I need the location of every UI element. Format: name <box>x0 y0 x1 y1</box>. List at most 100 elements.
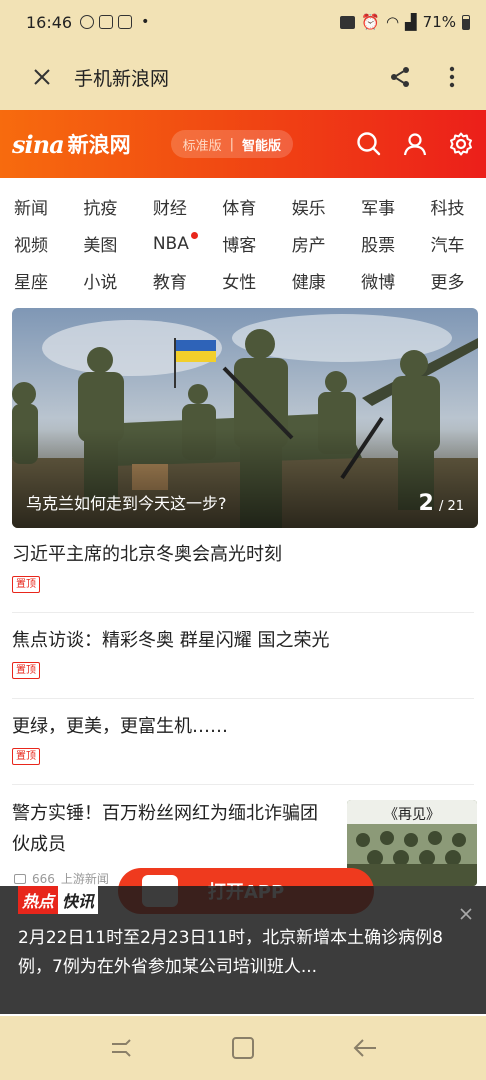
hot-tag-label: 热点 <box>18 886 59 914</box>
more-notifications-dot: • <box>141 14 150 30</box>
nav-item[interactable]: 星座 <box>0 268 69 293</box>
nav-item[interactable]: 军事 <box>347 194 416 219</box>
nav-item[interactable]: 女性 <box>208 268 277 293</box>
channel-nav: 新闻 抗疫 财经 体育 娱乐 军事 科技 视频 美图 NBA 博客 房产 股票 … <box>0 188 486 299</box>
close-icon <box>460 908 472 920</box>
app-title: 手机新浪网 <box>74 67 170 90</box>
news-item[interactable]: 焦点访谈：精彩冬奥 群星闪耀 国之荣光 置顶 <box>12 626 474 679</box>
nav-item[interactable]: 新闻 <box>0 194 69 219</box>
wifi-icon: ◠ <box>386 13 400 31</box>
status-bar: 16:46 • ⏰ ◠ ▟ 71% <box>0 0 486 44</box>
nav-item-nba[interactable]: NBA <box>139 231 208 254</box>
divider <box>12 612 474 613</box>
edition-smart[interactable]: 智能版 <box>242 135 281 154</box>
thumbnail-title: 《再见》 <box>384 807 440 823</box>
nav-row: 视频 美图 NBA 博客 房产 股票 汽车 <box>0 225 486 262</box>
recents-icon <box>112 1039 131 1057</box>
news-source: 上游新闻 <box>60 872 109 886</box>
home-icon <box>232 1037 254 1059</box>
nav-row: 星座 小说 教育 女性 健康 微博 更多 <box>0 262 486 299</box>
message-icon <box>340 15 356 29</box>
nav-item[interactable]: 博客 <box>208 231 277 256</box>
nav-item[interactable]: 汽车 <box>417 231 486 256</box>
edition-separator: | <box>229 136 235 152</box>
hero-caption: 乌克兰如何走到今天这一步? <box>26 494 227 513</box>
pinned-badge: 置顶 <box>12 576 40 593</box>
settings-button[interactable] <box>446 129 476 159</box>
nav-item[interactable]: 房产 <box>278 231 347 256</box>
battery-level: 71% <box>422 13 456 31</box>
hot-news-tag: 热点 快讯 <box>18 886 99 914</box>
news-item[interactable]: 习近平主席的北京冬奥会高光时刻 置顶 <box>12 540 474 593</box>
header-icons <box>354 129 476 159</box>
nav-item[interactable]: 更多 <box>417 268 486 293</box>
sina-header: sina 新浪网 标准版 | 智能版 <box>0 110 486 178</box>
more-vertical-icon <box>449 66 455 88</box>
search-button[interactable] <box>354 129 384 159</box>
battery-icon <box>462 14 470 30</box>
edition-switch: 标准版 | 智能版 <box>170 130 294 158</box>
news-title: 警方实锤！百万粉丝网红为缅北诈骗团伙成员 <box>12 803 318 855</box>
back-arrow-icon <box>353 1039 376 1057</box>
news-item[interactable]: 警方实锤！百万粉丝网红为缅北诈骗团伙成员 <box>12 798 332 860</box>
comment-icon <box>14 873 26 884</box>
hot-news-close-button[interactable] <box>454 902 478 926</box>
gear-icon <box>450 132 472 156</box>
more-options-button[interactable] <box>432 57 472 97</box>
signal-icon: ▟ <box>405 13 417 31</box>
home-button[interactable] <box>223 1028 263 1068</box>
app-bar: 手机新浪网 <box>0 44 486 110</box>
news-meta: 666 上游新闻 <box>14 870 109 887</box>
logo-text: 新浪网 <box>67 133 131 157</box>
status-time: 16:46 <box>26 12 73 32</box>
share-button[interactable] <box>380 57 420 97</box>
nav-item[interactable]: 健康 <box>278 268 347 293</box>
nav-item[interactable]: 抗疫 <box>69 194 138 219</box>
new-dot-badge <box>190 231 198 239</box>
logo-mark: sina <box>12 129 65 159</box>
nav-item[interactable]: 教育 <box>139 268 208 293</box>
hot-news-text: 2月22日11时至2月23日11时，北京新增本土确诊病例8例，7例为在外省参加某… <box>18 928 443 977</box>
back-button[interactable] <box>345 1028 385 1068</box>
news-title: 更绿，更美，更富生机…… <box>12 716 228 737</box>
nav-item[interactable]: 微博 <box>347 268 416 293</box>
nav-item[interactable]: 小说 <box>69 268 138 293</box>
carousel-total: / 21 <box>438 499 464 514</box>
close-button[interactable] <box>22 57 62 97</box>
hot-news-panel[interactable]: 热点 快讯 2月22日11时至2月23日11时，北京新增本土确诊病例8例，7例为… <box>0 886 486 1014</box>
user-icon <box>403 133 427 156</box>
system-nav-bar <box>0 1016 486 1080</box>
nav-item-label: NBA <box>152 233 189 254</box>
hero-carousel[interactable]: 乌克兰如何走到今天这一步? 2 / 21 <box>12 308 478 528</box>
nav-item[interactable]: 体育 <box>208 194 277 219</box>
sina-logo[interactable]: sina 新浪网 <box>12 129 131 159</box>
nav-item[interactable]: 视频 <box>0 231 69 256</box>
recents-button[interactable] <box>101 1028 141 1068</box>
divider <box>12 698 474 699</box>
comment-count: 666 <box>32 871 55 886</box>
close-icon <box>34 69 50 85</box>
sim-icon <box>99 15 114 29</box>
gallery-icon <box>118 15 133 29</box>
search-icon <box>357 132 381 156</box>
nav-item[interactable]: 科技 <box>417 194 486 219</box>
notification-icon <box>80 15 95 29</box>
edition-standard[interactable]: 标准版 <box>183 135 222 154</box>
nav-item[interactable]: 财经 <box>139 194 208 219</box>
nav-item[interactable]: 美图 <box>69 231 138 256</box>
nav-item[interactable]: 娱乐 <box>278 194 347 219</box>
carousel-current: 2 <box>418 491 434 516</box>
pinned-badge: 置顶 <box>12 662 40 679</box>
news-title: 习近平主席的北京冬奥会高光时刻 <box>12 544 282 565</box>
nav-item[interactable]: 股票 <box>347 231 416 256</box>
news-item[interactable]: 更绿，更美，更富生机…… 置顶 <box>12 712 474 765</box>
divider <box>12 784 474 785</box>
share-icon <box>391 67 409 87</box>
pinned-badge: 置顶 <box>12 748 40 765</box>
status-indicators: ⏰ ◠ ▟ 71% <box>340 13 470 31</box>
carousel-counter: 2 / 21 <box>419 491 464 516</box>
nav-row: 新闻 抗疫 财经 体育 娱乐 军事 科技 <box>0 188 486 225</box>
user-button[interactable] <box>400 129 430 159</box>
flash-tag-label: 快讯 <box>58 886 99 914</box>
news-title: 焦点访谈：精彩冬奥 群星闪耀 国之荣光 <box>12 630 330 651</box>
